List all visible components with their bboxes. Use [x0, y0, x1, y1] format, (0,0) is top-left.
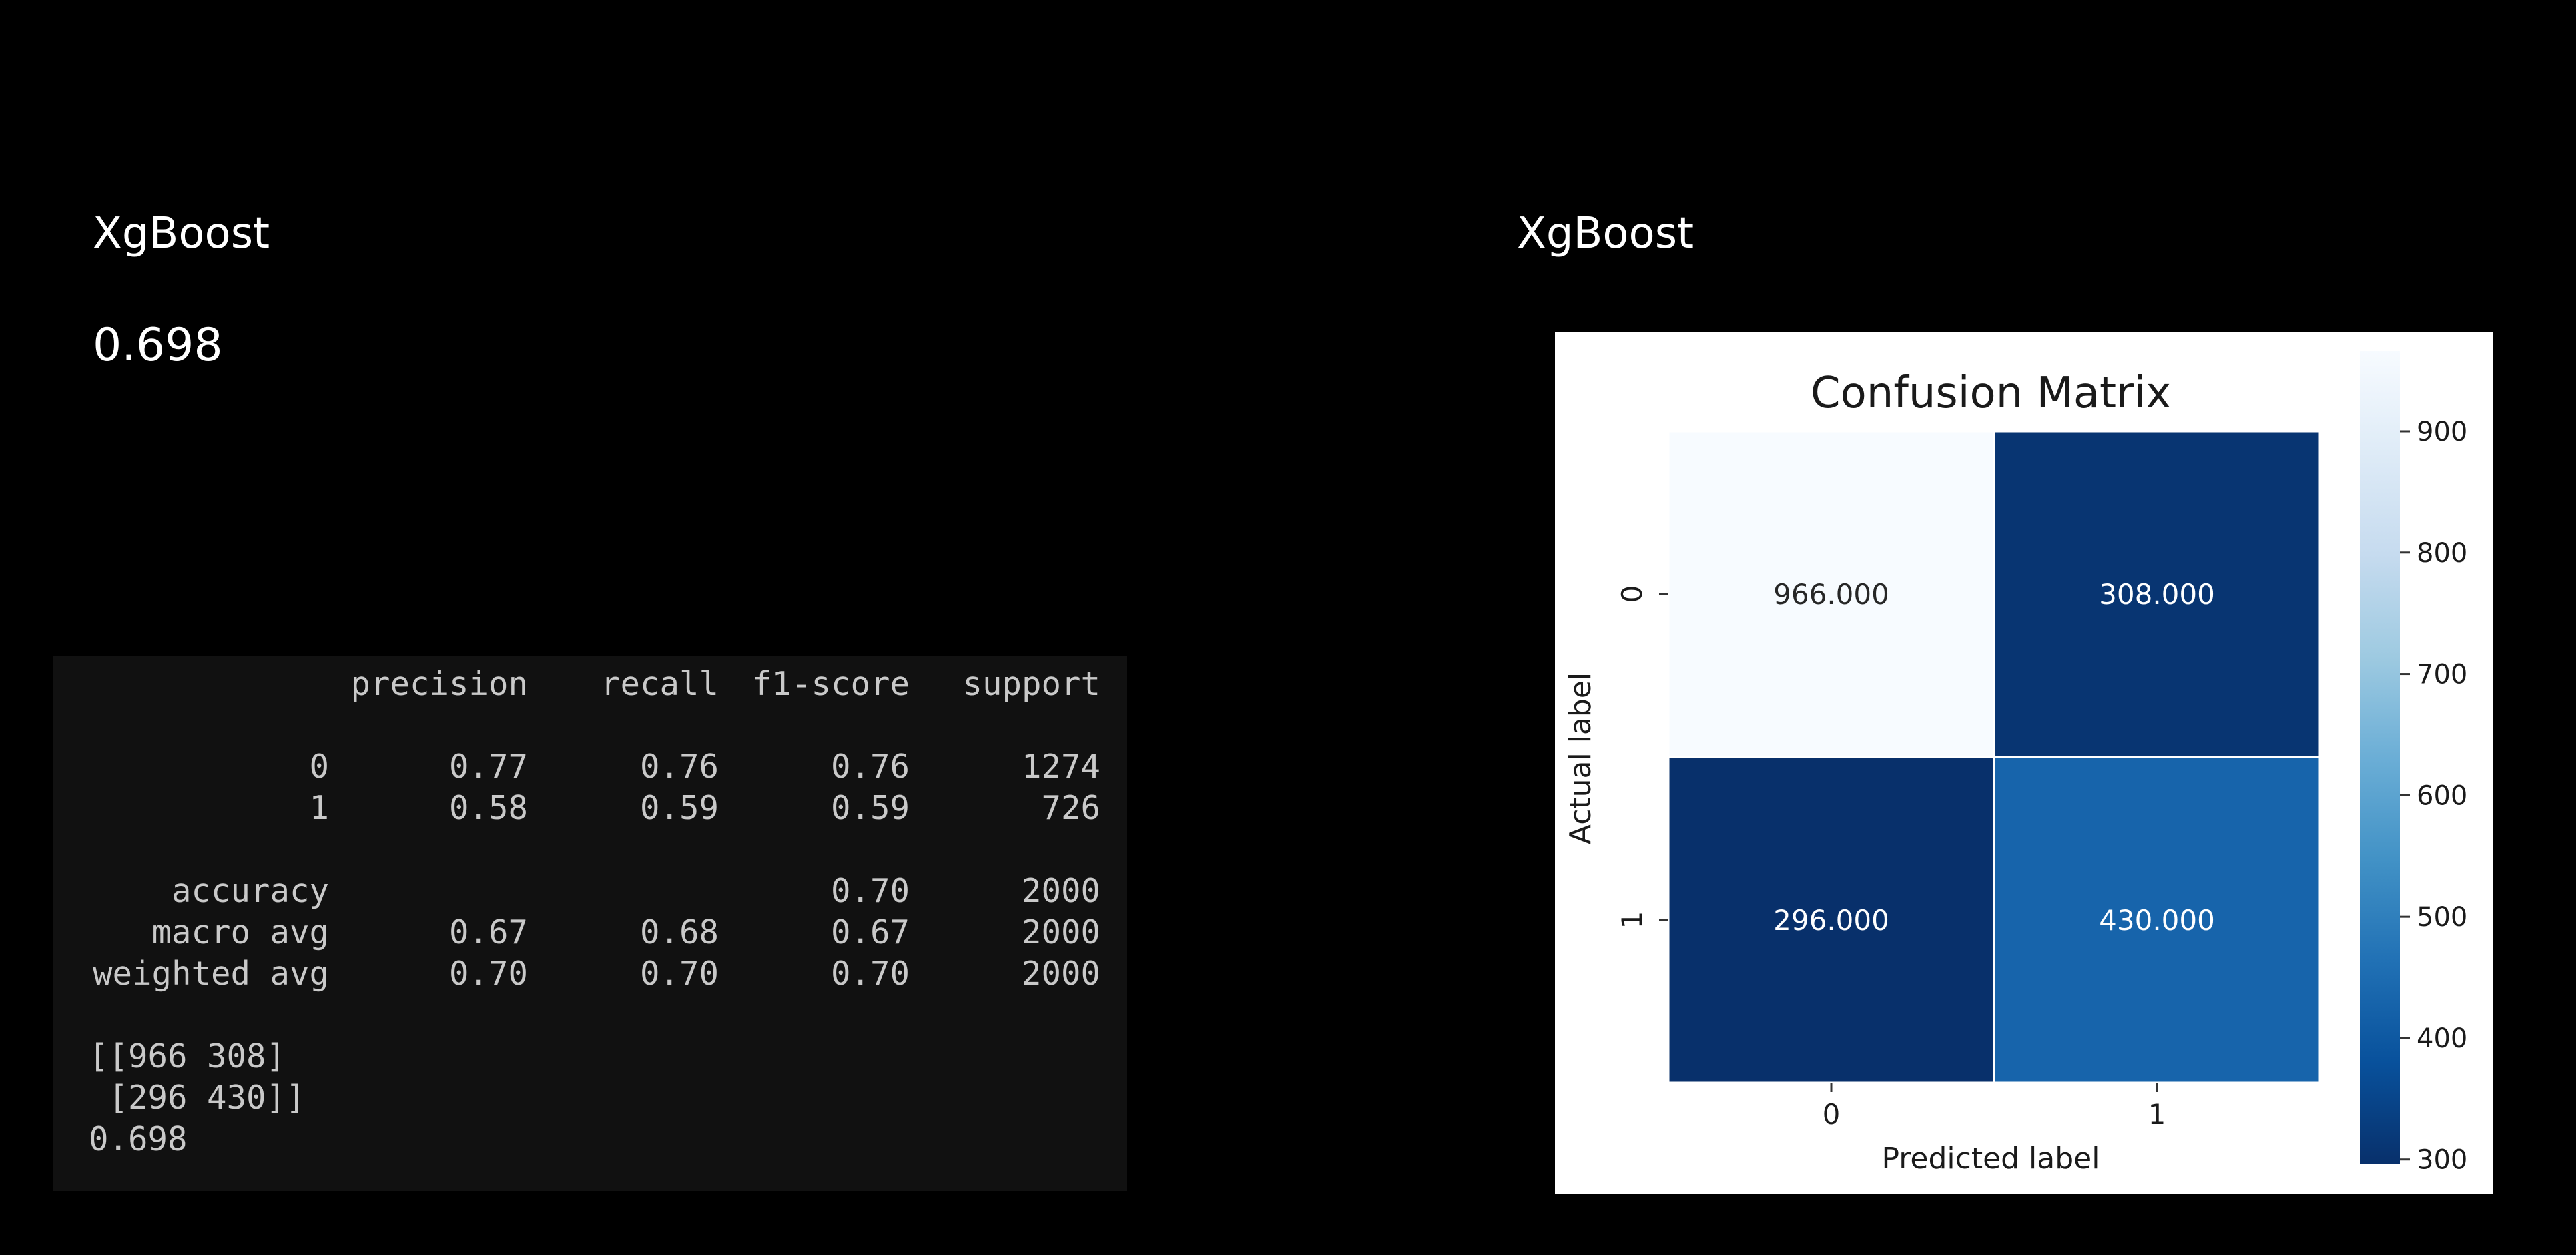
report-cell-support: 726	[1041, 789, 1100, 827]
report-header-f1: f1-score	[751, 665, 910, 703]
cell-value-label: 430.000	[2099, 904, 2215, 937]
report-cell-f1: 0.76	[830, 748, 910, 786]
score-line: 0.698	[89, 1120, 188, 1158]
confusion-matrix-figure: Confusion Matrix 966.000 308.000 296.000 43…	[1555, 332, 2493, 1194]
report-cell-support: 2000	[1021, 872, 1100, 910]
x-axis-label: Predicted label	[1882, 1142, 2100, 1176]
report-row-label: accuracy	[171, 872, 329, 910]
report-header-precision: precision	[350, 665, 528, 703]
report-cell-recall: 0.68	[639, 913, 719, 951]
x-tick-label: 1	[2148, 1098, 2166, 1131]
report-row-label: 0	[309, 748, 329, 786]
colorbar-tick-label: 900	[2417, 417, 2467, 447]
report-cell-f1: 0.70	[830, 872, 910, 910]
confusion-matrix-chart: Confusion Matrix 966.000 308.000 296.000 43…	[1564, 351, 2467, 1176]
report-cell-support: 2000	[1021, 955, 1100, 993]
classification-report-panel: precision recall f1-score support 0 0.77…	[53, 656, 1127, 1191]
report-cell-precision: 0.67	[448, 913, 528, 951]
y-tick-label: 1	[1616, 911, 1648, 929]
report-cell-precision: 0.70	[448, 955, 528, 993]
x-tick-label: 0	[1823, 1098, 1841, 1131]
report-cell-recall: 0.59	[639, 789, 719, 827]
report-cell-precision: 0.58	[448, 789, 528, 827]
chart-title: Confusion Matrix	[1811, 368, 2171, 418]
report-cell-recall: 0.76	[639, 748, 719, 786]
report-cell-f1: 0.70	[830, 955, 910, 993]
y-axis-label: Actual label	[1564, 672, 1598, 844]
report-header-recall: recall	[600, 665, 719, 703]
accuracy-score: 0.698	[93, 319, 223, 372]
left-slide-title: XgBoost	[93, 209, 270, 258]
cell-value-label: 966.000	[1773, 578, 1889, 611]
colorbar-tick-label: 400	[2417, 1023, 2467, 1054]
report-header-support: support	[962, 665, 1100, 703]
colorbar-tick-label: 700	[2417, 660, 2467, 690]
colorbar-tick-label: 500	[2417, 902, 2467, 933]
report-cell-support: 2000	[1021, 913, 1100, 951]
report-cell-support: 1274	[1021, 748, 1100, 786]
cell-value-label: 308.000	[2099, 578, 2215, 611]
y-tick-label: 0	[1616, 585, 1648, 603]
report-row-label: macro avg	[151, 913, 329, 951]
right-slide-title: XgBoost	[1517, 209, 1694, 258]
matrix-line: [[966 308]	[89, 1037, 286, 1075]
cell-value-label: 296.000	[1773, 904, 1889, 937]
report-cell-f1: 0.59	[830, 789, 910, 827]
colorbar-tick-label: 800	[2417, 538, 2467, 569]
report-row-label: weighted avg	[92, 955, 329, 993]
colorbar	[2360, 351, 2400, 1164]
report-cell-recall: 0.70	[639, 955, 719, 993]
report-cell-precision: 0.77	[448, 748, 528, 786]
colorbar-tick-label: 300	[2417, 1145, 2467, 1176]
report-row-label: 1	[309, 789, 329, 827]
report-cell-f1: 0.67	[830, 913, 910, 951]
matrix-line: [296 430]]	[89, 1079, 306, 1117]
colorbar-tick-label: 600	[2417, 780, 2467, 811]
